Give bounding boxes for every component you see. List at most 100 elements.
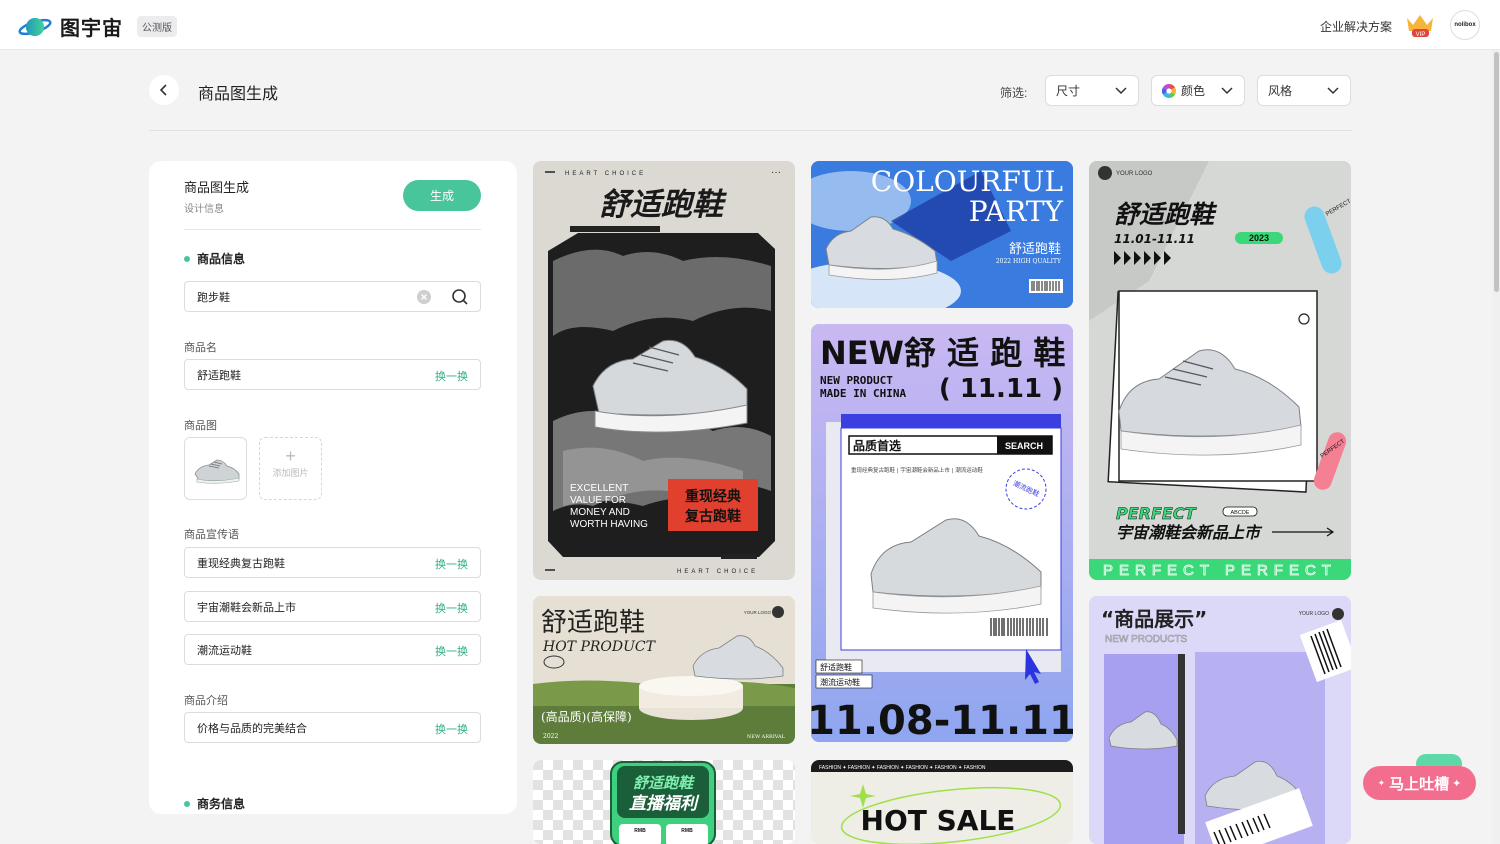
product-info-heading: 商品信息 [184, 250, 245, 267]
svg-text:SEARCH: SEARCH [1005, 441, 1043, 451]
product-name-field[interactable]: 舒适跑鞋 换一换 [184, 359, 481, 390]
template-card-8[interactable]: FASHION ✦ FASHION ✦ FASHION ✦ FASHION ✦ … [811, 760, 1073, 844]
svg-text:YOUR LOGO: YOUR LOGO [744, 610, 772, 615]
svg-text:FASHION ✦ FASHION ✦ FASHION ✦: FASHION ✦ FASHION ✦ FASHION ✦ FASHION ✦ … [819, 765, 986, 771]
product-search-field[interactable]: 跑步鞋 [184, 281, 481, 312]
template-card-3[interactable]: NEW舒 适 跑 鞋 NEW PRODUCT MADE IN CHINA ( 1… [811, 324, 1073, 742]
product-image-label: 商品图 [184, 420, 217, 432]
size-filter-label: 尺寸 [1056, 84, 1081, 98]
sparkle-icon: ✦ [1377, 777, 1386, 788]
svg-text:( 11.11 ): ( 11.11 ) [939, 374, 1063, 404]
svg-text:VALUE FOR: VALUE FOR [570, 495, 626, 506]
filter-label: 筛选: [1000, 86, 1028, 100]
generate-button[interactable]: 生成 [403, 180, 481, 211]
svg-text:WORTH HAVING: WORTH HAVING [570, 519, 648, 530]
svg-text:直播福利: 直播福利 [629, 794, 700, 814]
svg-text:PARTY: PARTY [969, 195, 1064, 228]
svg-text:COLOURFUL: COLOURFUL [871, 165, 1063, 198]
template-card-7[interactable]: 舒适跑鞋 直播福利 RMB RMB [533, 760, 795, 844]
svg-text:NEW ARRIVAL: NEW ARRIVAL [747, 734, 786, 740]
svg-text:宇宙潮鞋会新品上市: 宇宙潮鞋会新品上市 [1116, 523, 1263, 542]
slogan-value-1: 重现经典复古跑鞋 [197, 557, 285, 570]
business-info-heading: 商务信息 [184, 795, 245, 812]
poster-2-artwork: COLOURFUL PARTY 舒适跑鞋 2022 HIGH QUALITY [811, 161, 1073, 308]
poster-5-artwork: 舒适跑鞋 YOUR LOGO HOT PRODUCT (高品质)(高保障) 20… [533, 596, 795, 744]
svg-text:舒适跑鞋: 舒适跑鞋 [1114, 200, 1218, 229]
svg-text:重现经典: 重现经典 [685, 488, 741, 505]
enterprise-solutions-link[interactable]: 企业解决方案 [1320, 18, 1392, 35]
svg-text:YOUR LOGO: YOUR LOGO [1116, 171, 1153, 177]
section-dot-icon [184, 800, 190, 807]
svg-text:(高品质)(高保障): (高品质)(高保障) [541, 709, 632, 724]
swap-intro-button[interactable]: 换一换 [435, 721, 468, 737]
slogan-field-1[interactable]: 重现经典复古跑鞋 换一换 [184, 547, 481, 578]
svg-text:HEART CHOICE: HEART CHOICE [565, 171, 646, 177]
intro-label: 商品介绍 [184, 695, 228, 707]
brand-logo[interactable]: 图宇宙 公测版 [18, 12, 177, 41]
panel-title: 商品图生成 [184, 180, 250, 195]
sparkle-icon: ✦ [1452, 777, 1462, 790]
panel-subtitle: 设计信息 [184, 204, 224, 215]
svg-text:MONEY AND: MONEY AND [570, 507, 630, 518]
poster-6-artwork: “商品展示” NEW PRODUCTS YOUR LOGO [1089, 596, 1351, 844]
svg-text:2022 HIGH QUALITY: 2022 HIGH QUALITY [996, 258, 1062, 265]
top-bar: 图宇宙 公测版 企业解决方案 VIP nolibox [0, 0, 1500, 50]
svg-text:HOT SALE: HOT SALE [861, 804, 1016, 837]
clear-icon[interactable] [417, 290, 431, 304]
brand-name: 图宇宙 [60, 18, 123, 40]
plus-icon: + [285, 446, 296, 466]
color-wheel-icon [1162, 83, 1176, 98]
svg-text:RMB: RMB [634, 828, 646, 834]
feedback-button[interactable]: ✦ 马上吐槽 ✦ [1363, 766, 1476, 800]
template-card-4[interactable]: YOUR LOGO 舒适跑鞋 11.01-11.11 2023 PERFECT … [1089, 161, 1351, 580]
business-info-heading-text: 商务信息 [197, 797, 246, 811]
slogan-field-3[interactable]: 潮流运动鞋 换一换 [184, 634, 481, 665]
planet-logo-icon [18, 17, 52, 36]
svg-text:YOUR LOGO: YOUR LOGO [1299, 611, 1329, 617]
template-card-6[interactable]: “商品展示” NEW PRODUCTS YOUR LOGO [1089, 596, 1351, 844]
color-filter-label: 颜色 [1181, 84, 1206, 98]
page-title: 商品图生成 [198, 86, 279, 103]
svg-text:HEART CHOICE: HEART CHOICE [677, 569, 758, 575]
svg-text:11.08-11.11: 11.08-11.11 [811, 698, 1073, 742]
svg-text:VIP: VIP [1416, 32, 1426, 38]
chevron-left-icon [159, 84, 167, 96]
template-card-2[interactable]: COLOURFUL PARTY 舒适跑鞋 2022 HIGH QUALITY [811, 161, 1073, 308]
svg-text:NEW PRODUCTS: NEW PRODUCTS [1105, 634, 1188, 645]
svg-text:潮流运动鞋: 潮流运动鞋 [820, 677, 860, 687]
panel-divider [184, 229, 481, 230]
beta-badge: 公测版 [137, 16, 177, 37]
svg-text:PERFECT: PERFECT [1116, 504, 1197, 523]
poster-1-artwork: HEART CHOICE ··· 舒适跑鞋 EXCELLENT VALUE FO… [545, 167, 781, 575]
poster-4-artwork: YOUR LOGO 舒适跑鞋 11.01-11.11 2023 PERFECT … [1089, 161, 1351, 580]
template-card-5[interactable]: 舒适跑鞋 YOUR LOGO HOT PRODUCT (高品质)(高保障) 20… [533, 596, 795, 744]
svg-text:舒适跑鞋: 舒适跑鞋 [820, 662, 852, 672]
user-avatar[interactable]: nolibox [1450, 10, 1480, 40]
poster-8-artwork: FASHION ✦ FASHION ✦ FASHION ✦ FASHION ✦ … [811, 760, 1073, 844]
swap-slogan-1-button[interactable]: 换一换 [435, 556, 468, 572]
style-filter-label: 风格 [1268, 84, 1293, 98]
svg-text:舒适跑鞋: 舒适跑鞋 [1009, 241, 1061, 257]
svg-text:PERFECT PERFECT: PERFECT PERFECT [1103, 562, 1337, 579]
swap-slogan-3-button[interactable]: 换一换 [435, 643, 468, 659]
vip-badge[interactable]: VIP [1404, 12, 1436, 43]
back-button[interactable] [149, 75, 179, 105]
scrollbar-thumb[interactable] [1494, 52, 1499, 292]
svg-text:舒适跑鞋: 舒适跑鞋 [633, 774, 695, 792]
search-icon[interactable] [451, 288, 469, 306]
color-filter-dropdown[interactable]: 颜色 [1151, 75, 1245, 106]
slogan-field-2[interactable]: 宇宙潮鞋会新品上市 换一换 [184, 591, 481, 622]
swap-slogan-2-button[interactable]: 换一换 [435, 600, 468, 616]
style-filter-dropdown[interactable]: 风格 [1257, 75, 1351, 106]
design-info-panel: 商品图生成 设计信息 生成 商品信息 跑步鞋 商品名 舒适跑鞋 换一换 商品图 … [149, 161, 517, 814]
product-image-thumbnail[interactable] [184, 437, 247, 500]
add-image-button[interactable]: + 添加图片 [259, 437, 322, 500]
slogan-label: 商品宣传语 [184, 529, 239, 541]
swap-name-button[interactable]: 换一换 [435, 368, 468, 384]
svg-text:2023: 2023 [1249, 233, 1269, 243]
intro-field[interactable]: 价格与品质的完美结合 换一换 [184, 712, 481, 743]
size-filter-dropdown[interactable]: 尺寸 [1045, 75, 1139, 106]
product-name-label: 商品名 [184, 342, 217, 354]
svg-text:NEW舒 适 跑 鞋: NEW舒 适 跑 鞋 [820, 334, 1065, 372]
template-card-1[interactable]: HEART CHOICE ··· 舒适跑鞋 EXCELLENT VALUE FO… [533, 161, 795, 580]
